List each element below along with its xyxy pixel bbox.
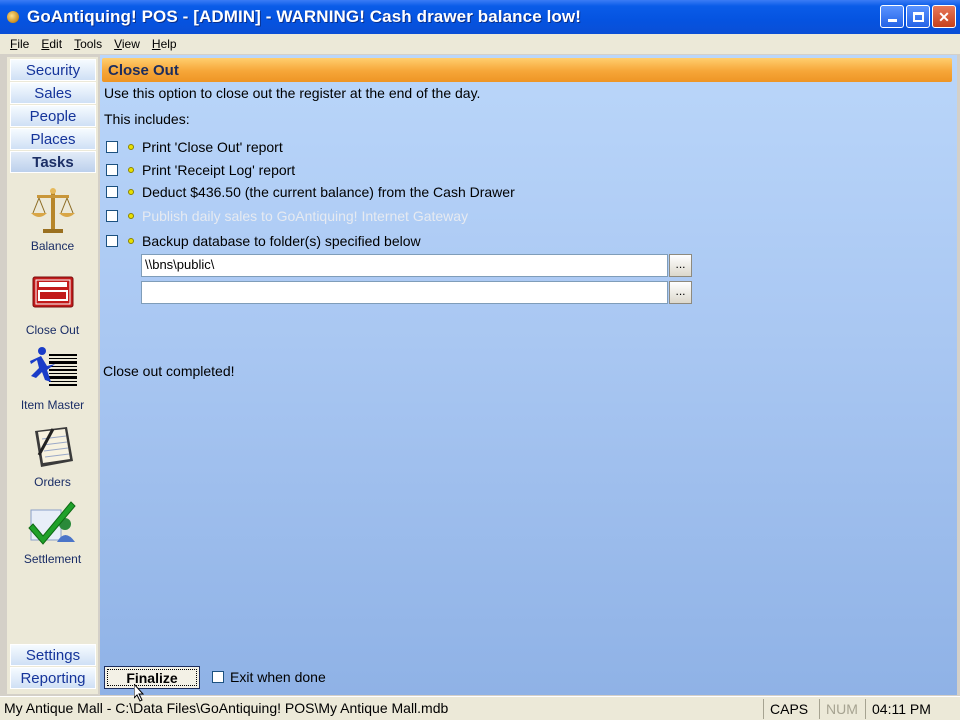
menu-view-accel: V — [114, 37, 122, 51]
status-message: Close out completed! — [103, 363, 235, 379]
database-path: My Antique Mall - C:\Data Files\GoAntiqu… — [4, 700, 449, 716]
clock: 04:11 PM — [865, 699, 937, 719]
nav-people[interactable]: People — [10, 105, 96, 127]
task-balance[interactable]: Balance — [7, 185, 98, 253]
menu-view[interactable]: View — [108, 37, 146, 51]
maximize-button[interactable] — [906, 5, 930, 28]
notebook-pen-icon — [27, 421, 79, 473]
menu-edit-label: dit — [49, 37, 63, 51]
closed-sign-icon — [27, 269, 79, 321]
task-orders[interactable]: Orders — [7, 421, 98, 489]
task-item-master-label: Item Master — [20, 398, 85, 412]
menu-bar: File Edit Tools View Help — [0, 34, 960, 54]
intro-text: Use this option to close out the registe… — [104, 85, 481, 101]
option-label: Print 'Close Out' report — [142, 139, 283, 155]
browse-button-1[interactable]: ... — [669, 254, 692, 277]
section-header: Close Out — [102, 58, 952, 82]
window-title: GoAntiquing! POS - [ADMIN] - WARNING! Ca… — [27, 7, 581, 26]
finalize-button[interactable]: Finalize — [104, 666, 200, 689]
task-item-master[interactable]: Item Master — [7, 344, 98, 412]
running-man-barcode-icon — [27, 344, 79, 396]
menu-tools[interactable]: Tools — [68, 37, 108, 51]
exit-checkbox[interactable] — [212, 671, 224, 683]
option-label: Backup database to folder(s) specified b… — [142, 233, 421, 249]
menu-edit[interactable]: Edit — [35, 37, 68, 51]
nav-tasks[interactable]: Tasks — [10, 151, 96, 173]
task-settlement[interactable]: Settlement — [7, 498, 98, 566]
minimize-button[interactable] — [880, 5, 904, 28]
task-settlement-label: Settlement — [23, 552, 82, 566]
menu-help-accel: H — [151, 37, 161, 51]
mouse-cursor-icon — [134, 684, 145, 702]
checkbox[interactable] — [106, 235, 118, 247]
menu-file-label: ile — [17, 37, 30, 51]
nav-settings[interactable]: Settings — [10, 644, 96, 666]
num-indicator: NUM — [819, 699, 864, 719]
option-label: Publish daily sales to GoAntiquing! Inte… — [142, 208, 469, 224]
includes-label: This includes: — [104, 111, 190, 127]
nav-sales[interactable]: Sales — [10, 82, 96, 104]
menu-view-label: iew — [121, 37, 140, 51]
option-print-close-out[interactable]: Print 'Close Out' report — [106, 139, 283, 155]
menu-tools-label: ools — [80, 37, 103, 51]
title-bar: GoAntiquing! POS - [ADMIN] - WARNING! Ca… — [0, 0, 960, 34]
nav-reporting[interactable]: Reporting — [10, 667, 96, 689]
option-label: Deduct $436.50 (the current balance) fro… — [142, 184, 515, 200]
menu-help[interactable]: Help — [146, 37, 183, 51]
bullet-icon — [128, 238, 134, 244]
close-icon: ✕ — [938, 8, 950, 25]
checkbox[interactable] — [106, 164, 118, 176]
bullet-icon — [128, 167, 134, 173]
checkbox[interactable] — [106, 186, 118, 198]
bullet-icon — [128, 213, 134, 219]
maximize-icon — [912, 11, 924, 22]
checkmark-person-icon — [27, 498, 79, 550]
main-panel: Close Out Use this option to close out t… — [100, 55, 957, 695]
minimize-icon — [887, 19, 897, 22]
nav-places[interactable]: Places — [10, 128, 96, 150]
window-controls: ✕ — [880, 5, 956, 28]
menu-help-label: elp — [160, 37, 177, 51]
backup-path-2-input[interactable] — [141, 281, 668, 304]
browse-button-2[interactable]: ... — [669, 281, 692, 304]
task-orders-label: Orders — [34, 475, 71, 489]
bullet-icon — [128, 144, 134, 150]
backup-path-1-input[interactable]: \\bns\public\ — [141, 254, 668, 277]
nav-security[interactable]: Security — [10, 59, 96, 81]
checkbox — [106, 210, 118, 222]
option-label: Print 'Receipt Log' report — [142, 162, 296, 178]
option-publish-sales: Publish daily sales to GoAntiquing! Inte… — [106, 208, 468, 224]
option-deduct-balance[interactable]: Deduct $436.50 (the current balance) fro… — [106, 184, 515, 200]
app-icon[interactable] — [5, 9, 21, 25]
close-button[interactable]: ✕ — [932, 5, 956, 28]
checkbox[interactable] — [106, 141, 118, 153]
task-close-out[interactable]: Close Out — [7, 269, 98, 337]
exit-when-done-option[interactable]: Exit when done — [212, 669, 326, 685]
option-print-receipt-log[interactable]: Print 'Receipt Log' report — [106, 162, 295, 178]
task-balance-label: Balance — [30, 239, 75, 253]
scales-icon — [27, 185, 79, 237]
left-nav: Security Sales People Places Tasks Balan… — [7, 57, 98, 694]
task-close-out-label: Close Out — [25, 323, 80, 337]
option-backup-database[interactable]: Backup database to folder(s) specified b… — [106, 233, 421, 249]
exit-label: Exit when done — [230, 669, 326, 685]
menu-file[interactable]: File — [4, 37, 35, 51]
bullet-icon — [128, 189, 134, 195]
caps-indicator: CAPS — [763, 699, 814, 719]
